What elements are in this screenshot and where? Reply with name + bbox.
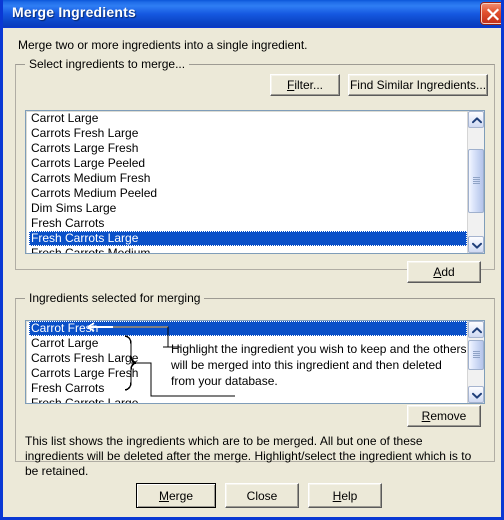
- add-button-label: Add: [433, 265, 455, 279]
- window-title: Merge Ingredients: [12, 4, 136, 20]
- add-button[interactable]: Add: [407, 261, 481, 283]
- intro-text: Merge two or more ingredients into a sin…: [18, 38, 308, 52]
- list-item-selected[interactable]: Fresh Carrots Large: [29, 231, 467, 246]
- remove-button[interactable]: Remove: [407, 405, 481, 427]
- list-item[interactable]: Carrot Large: [29, 111, 467, 126]
- merge-ingredients-dialog: Merge Ingredients Merge two or more ingr…: [0, 0, 504, 520]
- scroll-down-button[interactable]: [468, 236, 484, 253]
- merge-button[interactable]: Merge: [136, 483, 216, 508]
- filter-button[interactable]: Filter...: [270, 74, 340, 96]
- group-select-legend: Select ingredients to merge...: [25, 57, 190, 71]
- list-item-selected[interactable]: Carrot Fresh: [29, 321, 467, 336]
- scroll-up-button[interactable]: [468, 321, 484, 338]
- list-item[interactable]: Fresh Carrots Medium: [29, 246, 467, 253]
- scroll-thumb[interactable]: [468, 340, 484, 370]
- list-item[interactable]: Fresh Carrots: [29, 216, 467, 231]
- help-button-label: Help: [332, 488, 358, 503]
- group-selected-legend: Ingredients selected for merging: [25, 291, 205, 305]
- find-similar-button-label: Find Similar Ingredients...: [349, 78, 487, 92]
- list-item[interactable]: Fresh Carrots Large: [29, 396, 467, 403]
- chevron-down-icon: [472, 242, 482, 249]
- merge-note-text: This list shows the ingredients which ar…: [25, 434, 472, 478]
- title-bar: Merge Ingredients: [3, 0, 501, 28]
- close-button[interactable]: [481, 3, 501, 24]
- scroll-thumb[interactable]: [468, 149, 484, 213]
- selected-list-scrollbar[interactable]: [467, 321, 484, 403]
- list-item[interactable]: Dim Sims Large: [29, 201, 467, 216]
- list-item[interactable]: Carrots Medium Peeled: [29, 186, 467, 201]
- available-list-scrollbar[interactable]: [467, 111, 484, 253]
- close-dialog-button-label: Close: [246, 488, 278, 503]
- available-ingredients-items: Carrot Large Carrots Fresh Large Carrots…: [26, 111, 467, 253]
- close-icon: [486, 8, 500, 21]
- remove-button-label: Remove: [421, 409, 467, 423]
- scroll-grip-icon: [473, 351, 480, 359]
- close-dialog-button[interactable]: Close: [225, 483, 299, 508]
- list-item[interactable]: Carrots Medium Fresh: [29, 171, 467, 186]
- scroll-down-button[interactable]: [468, 386, 484, 403]
- list-item[interactable]: Carrots Fresh Large: [29, 126, 467, 141]
- list-item[interactable]: Carrots Large Peeled: [29, 156, 467, 171]
- scroll-grip-icon: [473, 177, 480, 185]
- help-button[interactable]: Help: [308, 483, 382, 508]
- list-item[interactable]: Carrots Large Fresh: [29, 141, 467, 156]
- find-similar-ingredients-button[interactable]: Find Similar Ingredients...: [348, 74, 488, 96]
- chevron-down-icon: [472, 392, 482, 399]
- available-ingredients-listbox[interactable]: Carrot Large Carrots Fresh Large Carrots…: [25, 110, 485, 254]
- merge-button-label: Merge: [158, 488, 194, 503]
- chevron-up-icon: [472, 117, 482, 124]
- chevron-up-icon: [472, 327, 482, 334]
- annotation-text: Highlight the ingredient you wish to kee…: [171, 342, 467, 388]
- scroll-up-button[interactable]: [468, 111, 484, 128]
- filter-button-label: Filter...: [286, 78, 324, 92]
